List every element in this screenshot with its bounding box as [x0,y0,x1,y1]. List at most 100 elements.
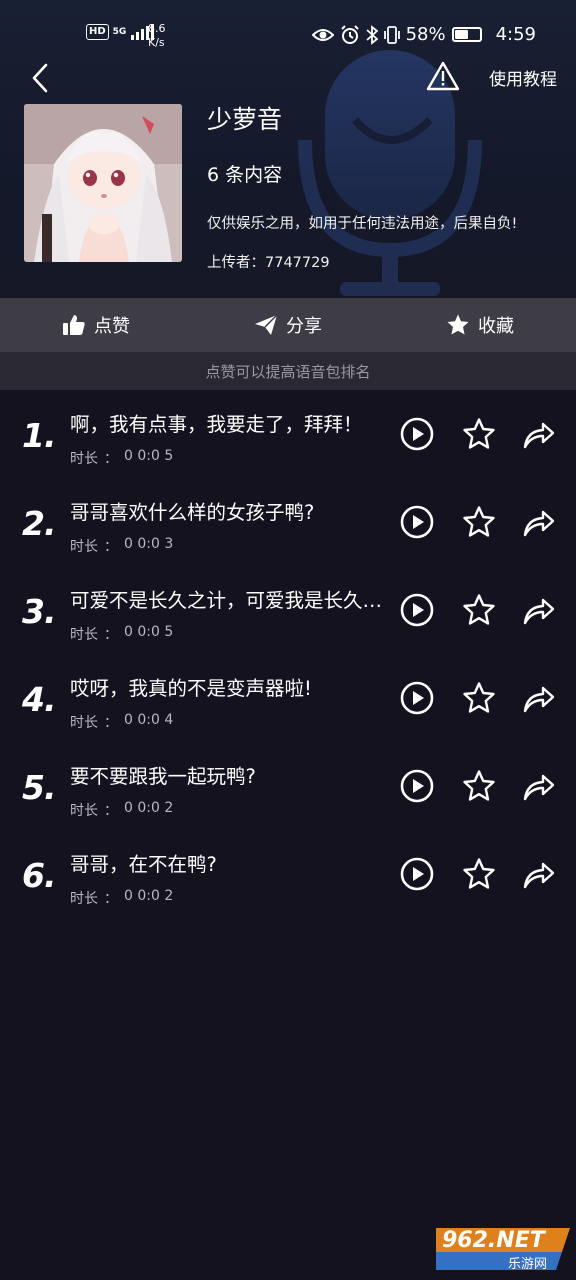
share-arrow-icon [523,598,555,625]
clock: 4:59 [495,24,536,45]
voice-list: 1. 啊，我有点事，我要走了，拜拜！ 时长 ： 0 0:0 5 2. 哥哥喜欢什… [0,390,576,918]
speed-value: 8.6 [148,22,166,35]
play-circle-icon [400,505,434,539]
duration-label: 时长 [70,803,98,819]
item-duration: 时长 ： 0 0:0 3 [70,536,173,556]
star-outline-icon [463,770,495,801]
favorite-button[interactable] [461,768,497,804]
share-item-button[interactable] [520,680,556,716]
item-duration: 时长 ： 0 0:0 5 [70,448,173,468]
play-button[interactable] [399,504,435,540]
star-outline-icon [463,682,495,713]
play-circle-icon [400,769,434,803]
report-button[interactable] [426,60,460,92]
item-title: 哥哥，在不在鸭? [70,853,217,876]
vibrate-icon [383,25,400,44]
share-arrow-icon [523,510,555,537]
tutorial-link[interactable]: 使用教程 [489,65,557,90]
duration-value: 0 0:0 5 [124,448,174,464]
duration-separator: ： [104,803,118,819]
favorite-button[interactable] [461,504,497,540]
duration-label: 时长 [70,627,98,643]
share-arrow-icon [523,774,555,801]
share-item-button[interactable] [520,592,556,628]
item-number: 1. [22,416,56,455]
duration-separator: ： [104,715,118,731]
favorite-button[interactable] [461,680,497,716]
item-duration: 时长 ： 0 0:0 4 [70,712,173,732]
play-circle-icon [400,593,434,627]
like-button[interactable]: 点赞 [0,298,192,352]
alarm-icon [340,24,359,44]
duration-separator: ： [104,627,118,643]
duration-separator: ： [104,891,118,907]
voice-item[interactable]: 2. 哥哥喜欢什么样的女孩子鸭? 时长 ： 0 0:0 3 [0,478,576,566]
collect-label: 收藏 [478,316,514,337]
hd-badge: HD [86,24,109,40]
item-title: 哎呀，我真的不是变声器啦! [70,677,312,700]
favorite-button[interactable] [461,592,497,628]
share-item-button[interactable] [520,856,556,892]
share-label: 分享 [286,316,322,337]
voice-item[interactable]: 4. 哎呀，我真的不是变声器啦! 时长 ： 0 0:0 4 [0,654,576,742]
play-circle-icon [400,857,434,891]
share-item-button[interactable] [520,416,556,452]
paper-plane-icon [255,314,278,335]
share-arrow-icon [523,862,555,889]
voice-item[interactable]: 3. 可爱不是长久之计，可爱我是长久之计 时长 ： 0 0:0 5 [0,566,576,654]
favorite-button[interactable] [461,416,497,452]
share-item-button[interactable] [520,768,556,804]
item-title: 可爱不是长久之计，可爱我是长久之计 [70,589,386,612]
item-title: 哥哥喜欢什么样的女孩子鸭? [70,501,315,524]
uploader-label: 上传者： [207,255,265,271]
action-bar: 点赞 分享 收藏 [0,298,576,352]
status-right: 58% 4:59 [311,24,536,45]
network-type: 5G [112,27,127,37]
share-pack-button[interactable]: 分享 [192,298,384,352]
site-watermark: 962.NET 乐游网 [434,1222,572,1276]
star-outline-icon [463,858,495,889]
voice-item[interactable]: 1. 啊，我有点事，我要走了，拜拜！ 时长 ： 0 0:0 5 [0,390,576,478]
uploader-info: 上传者：7747729 [207,251,330,272]
speed-unit: K/s [148,36,165,49]
item-duration: 时长 ： 0 0:0 2 [70,800,173,820]
status-left: HD 5G [86,24,155,40]
duration-label: 时长 [70,891,98,907]
item-number: 2. [22,504,56,543]
watermark-text: 962.NET [442,1228,545,1253]
play-button[interactable] [399,592,435,628]
item-count: 6 条内容 [207,164,283,186]
battery-percent: 58% [405,24,446,45]
duration-label: 时长 [70,451,98,467]
star-outline-icon [463,594,495,625]
play-button[interactable] [399,768,435,804]
collect-button[interactable]: 收藏 [384,298,576,352]
voice-item[interactable]: 6. 哥哥，在不在鸭? 时长 ： 0 0:0 2 [0,830,576,918]
chevron-left-icon [32,63,48,93]
item-number: 6. [22,856,56,895]
duration-value: 0 0:0 3 [124,536,174,552]
play-button[interactable] [399,856,435,892]
favorite-button[interactable] [461,856,497,892]
bluetooth-icon [365,24,378,45]
status-bar: HD 5G 8.6 K/s 58% 4:59 [0,0,576,72]
network-speed: 8.6 K/s [148,22,166,50]
duration-value: 0 0:0 2 [124,800,174,816]
star-outline-icon [463,418,495,449]
duration-value: 0 0:0 5 [124,624,174,640]
battery-icon [451,27,482,42]
play-button[interactable] [399,680,435,716]
pack-header: HD 5G 8.6 K/s 58% 4:59 使用教程 少萝音 6 条内容 仅供… [0,0,576,298]
voice-item[interactable]: 5. 要不要跟我一起玩鸭? 时长 ： 0 0:0 2 [0,742,576,830]
back-button[interactable] [24,60,56,96]
duration-label: 时长 [70,715,98,731]
share-item-button[interactable] [520,504,556,540]
play-button[interactable] [399,416,435,452]
item-number: 4. [22,680,56,719]
thumbs-up-icon [63,315,85,335]
duration-value: 0 0:0 4 [124,712,174,728]
anime-girl-illustration [24,104,182,262]
duration-separator: ： [104,451,118,467]
play-circle-icon [400,417,434,451]
item-duration: 时长 ： 0 0:0 2 [70,888,173,908]
